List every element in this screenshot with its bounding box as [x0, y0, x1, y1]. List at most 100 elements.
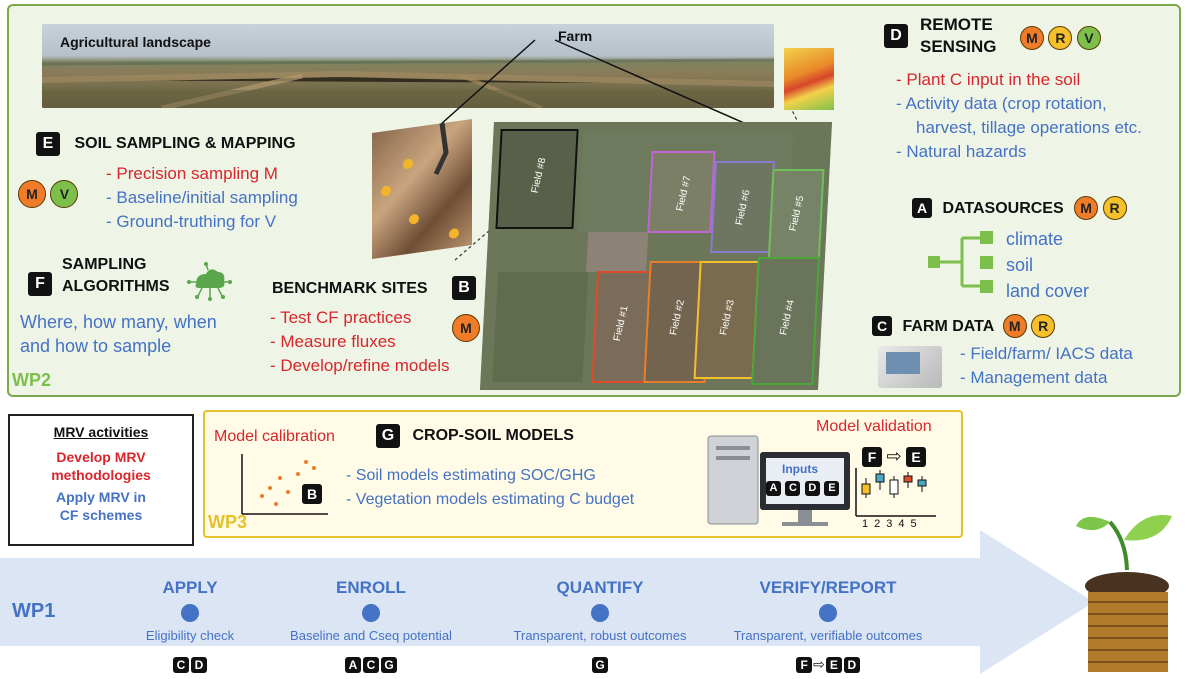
remote-sensing-header: D: [884, 24, 908, 48]
datasources-list: climate soil land cover: [1006, 226, 1089, 304]
benchmark-list: - Test CF practices - Measure fluxes - D…: [270, 306, 450, 378]
step-dot: [362, 604, 380, 622]
mrv-apply-line1: Apply MRV in: [56, 489, 146, 505]
badge-v: V: [50, 180, 79, 208]
farm-data-list: - Field/farm/ IACS data - Management dat…: [960, 342, 1133, 390]
step-dot: [819, 604, 837, 622]
step-subtitle: Baseline and Cseq potential: [290, 628, 452, 643]
badge-r: R: [1102, 196, 1127, 220]
letter-badge-c: C: [173, 657, 189, 673]
step-quantify-letters: G: [500, 656, 700, 674]
step-verify-letters: F ⇨ E D: [728, 656, 928, 674]
list-item: - Develop/refine models: [270, 356, 450, 375]
letter-badge-d: D: [191, 657, 207, 673]
letter-badge-b: B: [452, 276, 476, 300]
letter-badge-e: E: [825, 657, 842, 673]
list-item: - Baseline/initial sampling: [106, 188, 298, 207]
mrv-develop-line2: methodologies: [51, 467, 151, 483]
badge-m: M: [452, 314, 480, 342]
mrv-title: MRV activities: [53, 424, 149, 440]
step-subtitle: Eligibility check: [145, 628, 235, 643]
badge-m: M: [1020, 26, 1044, 50]
step-title: APPLY: [162, 578, 218, 597]
farm-data-header: C FARM DATA M R: [872, 314, 1056, 338]
letter-badge-e: E: [36, 132, 60, 156]
letter-badge-f: F: [28, 272, 52, 296]
letter-badge-c: C: [363, 657, 379, 673]
model-calibration-label: Model calibration: [214, 428, 335, 445]
list-item: climate: [1006, 229, 1064, 249]
list-item: - Test CF practices: [270, 308, 412, 327]
step-title: VERIFY/REPORT: [759, 578, 897, 597]
letter-badge-d: D: [804, 481, 820, 496]
step-enroll: ENROLL Baseline and Cseq potential: [276, 578, 466, 643]
datasources-title: DATASOURCES: [942, 200, 1064, 217]
letter-badge-d: D: [843, 657, 860, 673]
letter-badge-a: A: [912, 198, 932, 218]
wp1-label: WP1: [12, 600, 56, 622]
letter-badge-f: F: [796, 657, 813, 673]
datasources-tree-icon: [928, 231, 993, 293]
soil-sampling-list: - Precision sampling M - Baseline/initia…: [106, 162, 298, 234]
step-title: QUANTIFY: [556, 578, 644, 597]
axis-tick: 1: [862, 518, 875, 530]
axis-tick: 4: [898, 518, 911, 530]
validation-flow: F ⇨ E: [862, 446, 926, 467]
step-enroll-letters: ACG: [276, 656, 466, 674]
badge-m: M: [1074, 196, 1099, 220]
letter-badge-g: G: [381, 657, 397, 673]
crop-soil-models-title: CROP-SOIL MODELS: [412, 427, 574, 444]
step-title: ENROLL: [336, 578, 406, 597]
sampling-algorithms-title: SAMPLING ALGORITHMS: [62, 254, 170, 298]
datasources-header: A DATASOURCES M R: [912, 196, 1127, 220]
crop-soil-models-list: - Soil models estimating SOC/GHG - Veget…: [346, 464, 634, 512]
step-dot: [181, 604, 199, 622]
remote-sensing-title-line1: REMOTE: [920, 15, 993, 34]
sampling-algorithms-text-line2: and how to sample: [20, 336, 172, 356]
boxplot-axis-ticks: 12345: [862, 518, 923, 530]
badge-m: M: [1002, 314, 1027, 338]
step-apply: APPLY Eligibility check: [110, 578, 270, 643]
letter-badge-c: C: [872, 316, 892, 336]
step-dot: [591, 604, 609, 622]
letter-badge-e: E: [824, 481, 840, 496]
farm-data-title: FARM DATA: [902, 318, 995, 335]
arrow-right-icon: ⇨: [886, 446, 902, 466]
sampling-algorithms-title-line2: ALGORITHMS: [62, 278, 170, 295]
list-item: - Measure fluxes: [270, 332, 396, 351]
list-item: - Field/farm/ IACS data: [960, 344, 1133, 363]
list-item: - Soil models estimating SOC/GHG: [346, 467, 596, 484]
list-item: - Vegetation models estimating C budget: [346, 491, 635, 508]
step-subtitle: Transparent, verifiable outcomes: [733, 628, 923, 643]
step-apply-letters: CD: [110, 656, 270, 674]
mrv-activities-box: MRV activities Develop MRV methodologies…: [8, 414, 194, 546]
sampling-algorithms-letter: F: [28, 272, 52, 296]
badge-r: R: [1048, 26, 1073, 50]
tablet-photo: [878, 346, 942, 388]
remote-sensing-list: - Plant C input in the soil - Activity d…: [896, 68, 1142, 164]
letter-badge-d: D: [884, 24, 908, 48]
list-item: - Ground-truthing for V: [106, 212, 277, 231]
letter-badge-a: A: [345, 657, 361, 673]
sampling-algorithms-title-line1: SAMPLING: [62, 256, 147, 273]
benchmark-badge: M: [452, 314, 480, 342]
list-item: harvest, tillage operations etc.: [916, 118, 1142, 137]
letter-badge-g: G: [592, 657, 608, 673]
wp2-label: WP2: [12, 370, 52, 390]
letter-badge-e: E: [906, 447, 926, 467]
step-verify-report: VERIFY/REPORT Transparent, verifiable ou…: [728, 578, 928, 643]
step-quantify: QUANTIFY Transparent, robust outcomes: [500, 578, 700, 643]
mrv-apply: Apply MRV in CF schemes: [10, 488, 192, 524]
model-validation-label: Model validation: [816, 418, 932, 435]
list-item: land cover: [1006, 281, 1090, 301]
benchmark-letter: B: [452, 276, 476, 300]
remote-sensing-title-line2: SENSING: [920, 37, 997, 56]
cloud-network-icon: [187, 262, 232, 301]
mrv-develop-line1: Develop MRV: [56, 449, 146, 465]
list-item: - Management data: [960, 368, 1108, 387]
letter-badge-b: B: [302, 484, 322, 504]
badge-m: M: [18, 180, 46, 208]
sampling-algorithms-text-line1: Where, how many, when: [20, 312, 217, 332]
list-item: soil: [1006, 255, 1034, 275]
letter-badge-g: G: [376, 424, 400, 448]
